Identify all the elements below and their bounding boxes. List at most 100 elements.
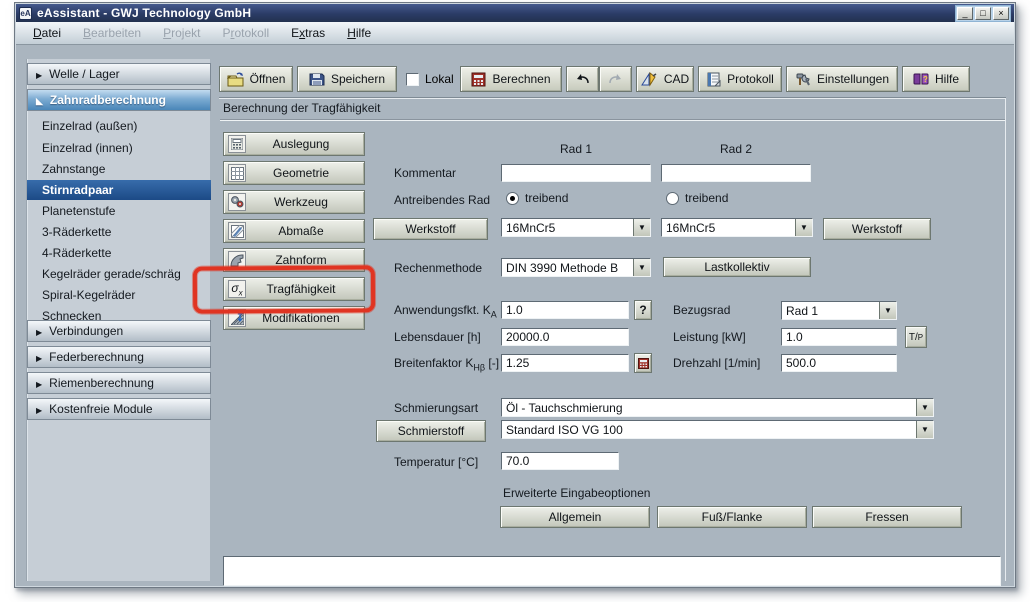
comment-input-rad1[interactable] — [501, 164, 651, 182]
menu-bearbeiten: Bearbeiten — [74, 24, 150, 42]
app-window: eA eAssistant - GWJ Technology GmbH _ □ … — [14, 2, 1016, 588]
comment-input-rad2[interactable] — [661, 164, 811, 182]
close-button[interactable]: × — [993, 7, 1009, 20]
settings-button[interactable]: Einstellungen — [786, 66, 898, 92]
radio-unselected-icon[interactable] — [666, 192, 679, 205]
chevron-down-icon[interactable] — [633, 219, 650, 236]
module-button-zahnform[interactable]: Zahnform — [223, 248, 365, 272]
module-button-abmasse[interactable]: Abmaße — [223, 219, 365, 243]
sidebar-item-zahnstange[interactable]: Zahnstange — [27, 159, 211, 179]
menu-datei[interactable]: Datei — [24, 24, 70, 42]
driving-radio-rad1[interactable]: treibend — [506, 191, 568, 205]
lubricant-button[interactable]: Schmierstoff — [376, 420, 486, 442]
chevron-right-icon — [36, 324, 42, 338]
open-button[interactable]: Öffnen — [219, 66, 293, 92]
sidebar-item-einzelrad-innen[interactable]: Einzelrad (innen) — [27, 138, 211, 158]
redo-button[interactable] — [599, 66, 632, 92]
save-button[interactable]: Speichern — [297, 66, 397, 92]
power-label: Leistung [kW] — [673, 330, 746, 345]
power-input[interactable] — [781, 328, 897, 346]
cad-button[interactable]: CAD — [636, 66, 694, 92]
chevron-down-icon[interactable] — [879, 302, 896, 319]
sidebar-section-verbindungen[interactable]: Verbindungen — [27, 320, 211, 342]
radio-label: treibend — [525, 191, 568, 205]
help-button[interactable]: ? Hilfe — [902, 66, 970, 92]
calculate-button[interactable]: Berechnen — [460, 66, 562, 92]
material-combo-rad2[interactable]: 16MnCr5 — [661, 218, 813, 237]
open-folder-icon — [227, 72, 244, 87]
life-input[interactable] — [501, 328, 629, 346]
advanced-button-fressen[interactable]: Fressen — [812, 506, 962, 528]
menu-hilfe[interactable]: Hilfe — [338, 24, 380, 42]
auslegung-calculator-icon — [228, 135, 246, 153]
local-checkbox[interactable] — [406, 73, 419, 86]
application-factor-input[interactable] — [501, 301, 629, 319]
reference-gear-combo[interactable]: Rad 1 — [781, 301, 897, 320]
navigation-sidebar: Welle / Lager Zahnradberechnung Einzelra… — [26, 59, 210, 581]
chevron-down-icon[interactable] — [916, 399, 933, 416]
sidebar-item-spiral-kegelraeder[interactable]: Spiral-Kegelräder — [27, 285, 211, 305]
sidebar-item-planetenstufe[interactable]: Planetenstufe — [27, 201, 211, 221]
module-button-geometrie[interactable]: Geometrie — [223, 161, 365, 185]
radio-selected-icon[interactable] — [506, 192, 519, 205]
menu-protokoll: Protokoll — [213, 24, 278, 42]
minimize-button[interactable]: _ — [957, 7, 973, 20]
radio-label: treibend — [685, 191, 728, 205]
module-button-tragfaehigkeit[interactable]: σx Tragfähigkeit — [223, 277, 365, 301]
sidebar-item-4-raederkette[interactable]: 4-Räderkette — [27, 243, 211, 263]
separator — [220, 119, 1005, 121]
material-button-rad1[interactable]: Werkstoff — [373, 218, 488, 240]
temperature-input[interactable] — [501, 452, 619, 470]
sidebar-item-3-raederkette[interactable]: 3-Räderkette — [27, 222, 211, 242]
settings-tools-icon — [795, 72, 811, 87]
undo-button[interactable] — [566, 66, 599, 92]
sidebar-item-einzelrad-aussen[interactable]: Einzelrad (außen) — [27, 116, 211, 136]
chevron-down-icon[interactable] — [795, 219, 812, 236]
zahnform-gear-icon — [228, 251, 246, 269]
maximize-button[interactable]: □ — [975, 7, 991, 20]
sidebar-section-riemenberechnung[interactable]: Riemenberechnung — [27, 372, 211, 394]
advanced-button-allgemein[interactable]: Allgemein — [500, 506, 650, 528]
advanced-options-label: Erweiterte Eingabeoptionen — [503, 486, 650, 501]
module-button-werkzeug[interactable]: Werkzeug — [223, 190, 365, 214]
window-controls: _ □ × — [955, 5, 1011, 22]
menu-bar: Datei Bearbeiten Projekt Protokoll Extra… — [16, 22, 1014, 45]
face-load-factor-calc-button[interactable] — [634, 353, 652, 373]
module-button-modifikationen[interactable]: Modifikationen — [223, 306, 365, 330]
sidebar-section-welle-lager[interactable]: Welle / Lager — [27, 63, 211, 85]
modifikationen-icon — [228, 309, 246, 327]
speed-input[interactable] — [781, 354, 897, 372]
lubrication-type-combo[interactable]: Öl - Tauchschmierung — [501, 398, 934, 417]
application-factor-help-button[interactable]: ? — [634, 300, 652, 320]
menu-extras[interactable]: Extras — [282, 24, 334, 42]
lubricant-combo[interactable]: Standard ISO VG 100 — [501, 420, 934, 439]
face-load-factor-label: Breitenfaktor KHβ [-] — [394, 356, 499, 375]
sidebar-section-zahnradberechnung[interactable]: Zahnradberechnung — [27, 89, 211, 111]
menu-projekt: Projekt — [154, 24, 209, 42]
sidebar-item-stirnradpaar[interactable]: Stirnradpaar — [27, 180, 211, 200]
chevron-right-icon — [36, 376, 42, 390]
geometrie-grid-icon — [228, 164, 246, 182]
torque-power-toggle-button[interactable]: T/P — [905, 326, 927, 348]
face-load-factor-input[interactable] — [501, 354, 629, 372]
chevron-right-icon — [36, 67, 42, 81]
sidebar-item-kegelraeder[interactable]: Kegelräder gerade/schräg — [27, 264, 211, 284]
abmasse-tolerance-icon — [228, 222, 246, 240]
material-button-rad2[interactable]: Werkstoff — [823, 218, 931, 240]
help-book-icon: ? — [913, 72, 929, 86]
calculator-icon — [638, 358, 649, 369]
material-combo-rad1[interactable]: 16MnCr5 — [501, 218, 651, 237]
sidebar-section-kostenfreie-module[interactable]: Kostenfreie Module — [27, 398, 211, 420]
load-spectrum-button[interactable]: Lastkollektiv — [663, 257, 811, 277]
sidebar-section-federberechnung[interactable]: Federberechnung — [27, 346, 211, 368]
advanced-button-fuss-flanke[interactable]: Fuß/Flanke — [657, 506, 807, 528]
life-label: Lebensdauer [h] — [394, 330, 481, 345]
section-title: Berechnung der Tragfähigkeit — [223, 101, 380, 115]
temperature-label: Temperatur [°C] — [394, 455, 478, 470]
method-combo[interactable]: DIN 3990 Methode B — [501, 258, 651, 277]
module-button-auslegung[interactable]: Auslegung — [223, 132, 365, 156]
protocol-button[interactable]: Protokoll — [698, 66, 782, 92]
chevron-down-icon[interactable] — [916, 421, 933, 438]
chevron-down-icon[interactable] — [633, 259, 650, 276]
driving-radio-rad2[interactable]: treibend — [666, 191, 728, 205]
